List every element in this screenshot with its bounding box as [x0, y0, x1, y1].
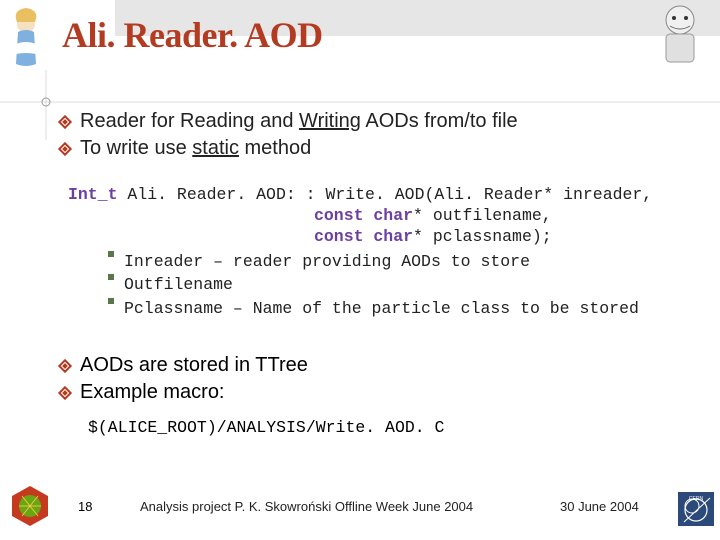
alice-decoration-right [646, 0, 716, 70]
lower-bullets: AODs are stored in TTree Example macro: [60, 354, 700, 408]
sub-bullet-item: Inreader – reader providing AODs to stor… [108, 251, 700, 272]
diamond-bullet-icon [58, 358, 72, 372]
sub-bullet-list: Inreader – reader providing AODs to stor… [108, 251, 700, 318]
bullet-item: AODs are stored in TTree [60, 354, 700, 377]
page-title: Ali. Reader. AOD [62, 14, 323, 56]
diamond-bullet-icon [58, 385, 72, 399]
alice-decoration-left [2, 2, 52, 72]
cern-logo-icon: CERN [678, 492, 714, 526]
top-bullets: Reader for Reading and Writing AODs from… [60, 110, 700, 164]
sub-bullet-item: Pclassname – Name of the particle class … [108, 298, 700, 319]
bullet-item: To write use static method [60, 137, 700, 160]
diamond-bullet-icon [58, 141, 72, 155]
square-bullet-icon [108, 251, 114, 257]
code-signature: Int_t Ali. Reader. AOD: : Write. AOD(Ali… [68, 184, 700, 321]
bullet-item: Reader for Reading and Writing AODs from… [60, 110, 700, 133]
bullet-text: To write use static method [80, 137, 311, 160]
footer: 18 Analysis project P. K. Skowroński Off… [0, 492, 720, 532]
sub-bullet-item: Outfilename [108, 274, 700, 295]
footer-date: 30 June 2004 [560, 499, 639, 514]
square-bullet-icon [108, 274, 114, 280]
footer-center: Analysis project P. K. Skowroński Offlin… [140, 499, 473, 514]
bullet-text: Reader for Reading and Writing AODs from… [80, 110, 518, 133]
bullet-item: Example macro: [60, 381, 700, 404]
page-number: 18 [78, 499, 92, 514]
svg-text:CERN: CERN [689, 496, 704, 502]
square-bullet-icon [108, 298, 114, 304]
diamond-bullet-icon [58, 114, 72, 128]
bullet-text: Example macro: [80, 381, 225, 404]
macro-path: $(ALICE_ROOT)/ANALYSIS/Write. AOD. C [88, 418, 444, 437]
bullet-text: AODs are stored in TTree [80, 354, 308, 377]
alice-logo-icon [8, 484, 52, 528]
